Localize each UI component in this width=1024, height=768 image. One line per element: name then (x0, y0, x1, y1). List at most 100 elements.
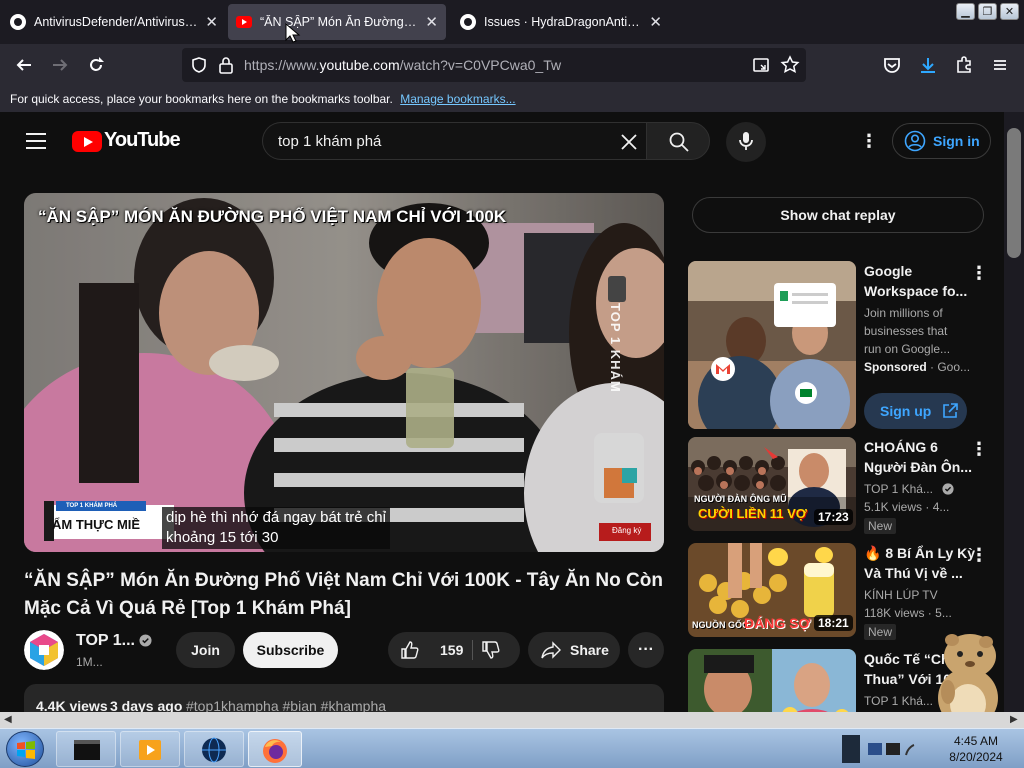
ad-thumbnail[interactable] (688, 261, 856, 429)
search-input[interactable]: top 1 khám phá (262, 122, 646, 160)
show-chat-replay-button[interactable]: Show chat replay (692, 197, 984, 233)
channel-name[interactable]: TOP 1... (76, 632, 135, 650)
rec-thumbnail-2[interactable]: NGUỒN GỐC ĐÁNG SỢ 18:21 (688, 543, 856, 637)
external-link-icon (943, 403, 959, 418)
search-button[interactable] (646, 122, 710, 160)
ad-thumbnail-image (688, 261, 856, 429)
clear-search-icon[interactable] (619, 132, 639, 152)
rec-title-1[interactable]: CHOÁNG 6 Người Đàn Ôn... (864, 437, 972, 477)
lower-third-label: ẨM THỰC MIỀ (52, 517, 141, 532)
tab-youtube-video[interactable]: “ĂN SẬP” Món Ăn Đường Phố ✕ (228, 4, 446, 40)
puzzle-icon (957, 56, 971, 73)
horizontal-scrollbar[interactable]: ◀ ▶ (0, 712, 1024, 728)
voice-search-button[interactable] (726, 122, 766, 162)
mouse-cursor-icon (285, 22, 301, 43)
view-count: 4.4K views (36, 698, 108, 712)
youtube-icon (236, 16, 252, 28)
rec-thumbnail-3[interactable] (688, 649, 856, 712)
taskbar-app-terminal[interactable] (56, 731, 116, 767)
ad-sign-up-button[interactable]: Sign up (864, 393, 967, 429)
taskbar-app-network[interactable] (184, 731, 244, 767)
scroll-right-arrow-icon[interactable]: ▶ (1010, 714, 1018, 725)
back-arrow-icon (16, 59, 31, 71)
share-button[interactable]: Share (528, 632, 620, 668)
tray-show-hidden-icon[interactable] (842, 735, 860, 763)
system-tray-icons[interactable] (866, 741, 916, 759)
lower-third-small: TOP 1 KHÁM PHÁ (66, 503, 118, 509)
channel-avatar[interactable] (24, 630, 64, 670)
reload-button[interactable] (84, 53, 108, 77)
upload-age: 3 days ago (110, 698, 183, 712)
join-button[interactable]: Join (176, 632, 235, 668)
pocket-button[interactable] (880, 53, 904, 77)
manage-bookmarks-link[interactable]: Manage bookmarks... (400, 92, 515, 106)
rec-title-2[interactable]: 🔥 8 Bí Ẩn Ly Kỳ Và Thú Vị về ... (864, 543, 975, 583)
rec-thumbnail-image (688, 649, 856, 712)
tab-title: AntivirusDefender/AntivirusDef (34, 15, 200, 29)
rec-more-icon[interactable]: ⋮ (970, 546, 988, 564)
hamburger-menu-icon (994, 60, 1006, 70)
thumbs-up-icon (401, 641, 419, 659)
ad-title[interactable]: Google Workspace fo... (864, 261, 967, 301)
start-button[interactable] (6, 731, 44, 767)
ad-description: Join millions of businesses that run on … (864, 306, 951, 356)
download-icon (921, 58, 935, 73)
close-tab-icon[interactable]: ✕ (205, 13, 218, 31)
ad-sponsored-line: Sponsored · Goo... (864, 360, 971, 374)
lock-icon[interactable] (218, 56, 234, 74)
taskbar-app-media[interactable] (120, 731, 180, 767)
pocket-icon (884, 58, 900, 73)
dislike-button[interactable] (473, 632, 520, 668)
menu-button[interactable] (988, 53, 1012, 77)
sign-in-button[interactable]: Sign in (892, 123, 991, 159)
url-text[interactable]: https://www.youtube.com/watch?v=C0VPCwa0… (244, 57, 561, 73)
rec-channel-2[interactable]: KÍNH LÚP TV (864, 586, 938, 604)
like-button[interactable]: 159 (388, 632, 472, 668)
bookmarks-toolbar: For quick access, place your bookmarks h… (0, 86, 1024, 112)
description-box[interactable]: 4.4K views 3 days ago #top1khampha #bian… (24, 684, 664, 712)
restore-button[interactable]: ❐ (978, 3, 997, 20)
share-label: Share (570, 642, 609, 658)
taskbar-app-firefox[interactable] (248, 731, 302, 767)
subscribe-button[interactable]: Subscribe (243, 632, 338, 668)
youtube-logo-text[interactable]: YouTube (104, 129, 181, 152)
extensions-button[interactable] (952, 53, 976, 77)
back-button[interactable] (12, 53, 36, 77)
share-arrow-icon (541, 641, 561, 659)
minimize-button[interactable]: ▁ (956, 3, 975, 20)
rec-thumbnail-1[interactable]: NGƯỜI ĐÀN ÔNG MŨ CƯỜI LIỀN 11 VỢ 17:23 (688, 437, 856, 531)
forward-button[interactable] (48, 53, 72, 77)
rec-channel-3[interactable]: TOP 1 Khá... (864, 692, 933, 710)
windows-taskbar: 4:45 AM 8/20/2024 (0, 728, 1024, 768)
rec-duration: 18:21 (814, 615, 853, 631)
youtube-logo-icon[interactable] (72, 131, 102, 152)
video-player[interactable]: “ĂN SẬP” MÓN ĂN ĐƯỜNG PHỐ VIỆT NAM CHỈ V… (24, 193, 664, 552)
picture-in-picture-icon[interactable] (752, 56, 770, 74)
taskbar-clock[interactable]: 4:45 AM 8/20/2024 (936, 733, 1016, 765)
tab-antivirusdefender[interactable]: AntivirusDefender/AntivirusDef ✕ (2, 4, 226, 40)
like-dislike-group: 159 (388, 632, 520, 668)
tab-title: Issues · HydraDragonAntivirus/ (484, 15, 644, 29)
video-title: “ĂN SẬP” Món Ăn Đường Phố Việt Nam Chỉ V… (24, 570, 663, 619)
settings-more-icon[interactable]: ⋮ (860, 132, 878, 150)
hashtags[interactable]: #top1khampha #bian #khampha (186, 698, 386, 712)
media-player-icon (139, 740, 161, 760)
close-tab-icon[interactable]: ✕ (425, 13, 438, 31)
close-window-button[interactable]: ✕ (1000, 3, 1019, 20)
star-bookmark-icon[interactable] (780, 55, 800, 75)
ad-more-icon[interactable]: ⋮ (970, 264, 988, 282)
more-actions-button[interactable]: ··· (628, 632, 664, 668)
shield-icon[interactable] (190, 56, 208, 74)
guide-menu-icon[interactable] (24, 130, 48, 152)
scroll-left-arrow-icon[interactable]: ◀ (4, 714, 12, 725)
tab-issues[interactable]: Issues · HydraDragonAntivirus/ ✕ (452, 4, 670, 40)
close-tab-icon[interactable]: ✕ (649, 13, 662, 31)
rec-channel-1[interactable]: TOP 1 Khá... (864, 480, 933, 498)
url-bar[interactable]: https://www.youtube.com/watch?v=C0VPCwa0… (182, 48, 806, 82)
browser-tab-bar: AntivirusDefender/AntivirusDef ✕ “ĂN SẬP… (0, 0, 1024, 44)
channel-logo-icon (24, 630, 64, 670)
downloads-button[interactable] (916, 53, 940, 77)
account-icon (904, 130, 926, 152)
page-scrollbar-thumb[interactable] (1007, 128, 1021, 258)
rec-more-icon[interactable]: ⋮ (970, 440, 988, 458)
